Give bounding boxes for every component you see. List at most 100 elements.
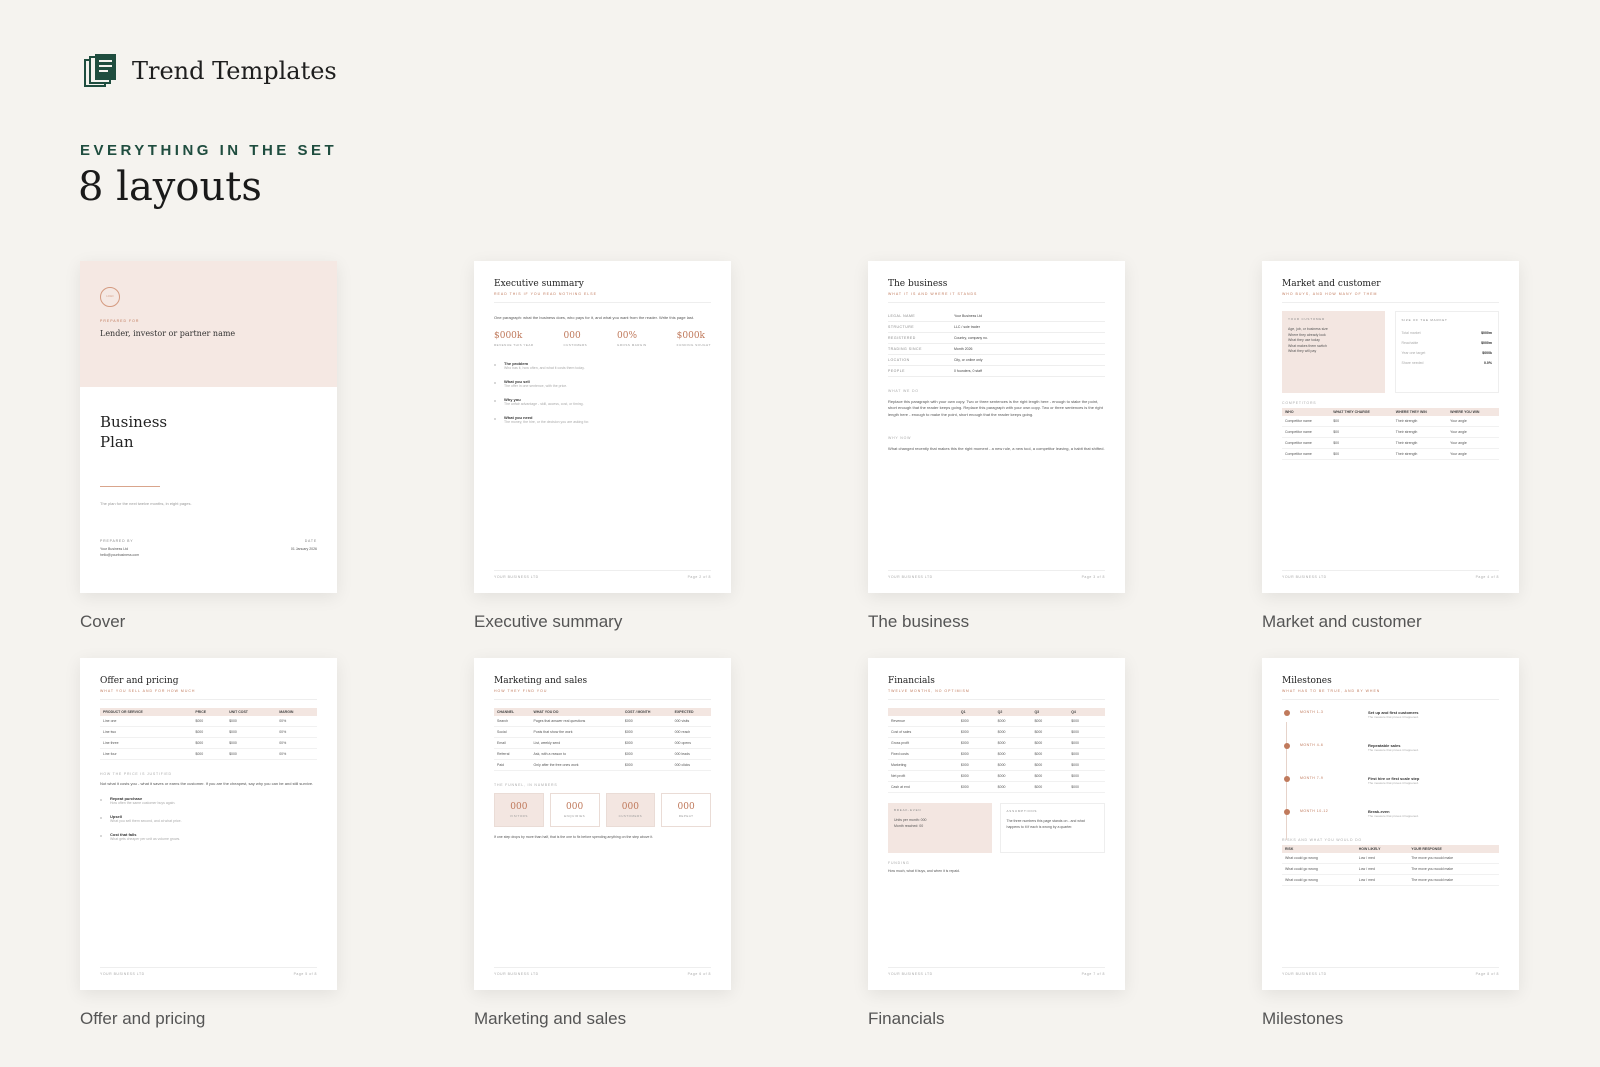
page-title: Financials bbox=[888, 676, 935, 686]
table-row: Referral Ask, with a reason to $000 000 lea… bbox=[494, 748, 711, 760]
page-footer: YOUR BUSINESS LTD Page 6 of 8 bbox=[494, 967, 711, 976]
table-row: What could go wrong Low / med The move you… bbox=[1282, 874, 1499, 886]
milestone: MONTH 4-6 Repeatable sales The measure tha… bbox=[1282, 743, 1499, 752]
section-label: THE FUNNEL, IN NUMBERS bbox=[494, 783, 558, 787]
page-subtitle: TWELVE MONTHS, NO OPTIMISM bbox=[888, 689, 970, 693]
section-title: 8 layouts bbox=[78, 164, 262, 210]
financials-table: Q1 Q2 Q3 Q4 Revenue $000 $000 $000 $000 Cost of… bbox=[888, 708, 1105, 793]
cover-header-band bbox=[80, 261, 337, 387]
fact-row: TRADING SINCE Month 2026 bbox=[888, 344, 1105, 355]
prepared-by-label: PREPARED BY bbox=[100, 539, 134, 543]
caption-marketing-and-sales: Marketing and sales bbox=[474, 1009, 627, 1028]
list-item: Upsell What you sell them second, and at … bbox=[100, 814, 317, 823]
what-we-do-text: Replace this paragraph with your own cop… bbox=[888, 399, 1103, 417]
table-row: Competitor name $00 Their strength Your ang… bbox=[1282, 416, 1499, 427]
cover-title: Business Plan bbox=[100, 413, 168, 451]
section-label: WHY NOW bbox=[888, 436, 912, 441]
list-item: What you sell The offer in one sentence, … bbox=[494, 379, 711, 388]
layout-card-market-and-customer[interactable]: Market and customer WHO BUYS, AND HOW MA… bbox=[1262, 261, 1519, 593]
table-row: Fixed costs $000 $000 $000 $000 bbox=[888, 748, 1105, 760]
funnel-step: 000 CUSTOMERS bbox=[605, 793, 656, 827]
list-item: The problem Who has it, how often, and wh… bbox=[494, 361, 711, 370]
fact-row: LOCATION City, or online only bbox=[888, 355, 1105, 366]
list-item: Why you The unfair advantage - skill, acc… bbox=[494, 397, 711, 406]
table-row: Line four $000 $000 00% bbox=[100, 748, 317, 760]
table-row: Line one $000 $000 00% bbox=[100, 716, 317, 727]
funnel-step: 000 VISITORS bbox=[494, 793, 544, 827]
table-row: Competitor name $00 Their strength Your ang… bbox=[1282, 437, 1499, 449]
section-label: HOW THE PRICE IS JUSTIFIED bbox=[100, 772, 172, 776]
layout-card-milestones[interactable]: Milestones WHAT HAS TO BE TRUE, AND BY W… bbox=[1262, 658, 1519, 990]
page-title: The business bbox=[888, 279, 948, 289]
list-item: Repeat purchase How often the same custom… bbox=[100, 796, 317, 805]
risks-table: RISK HOW LIKELY YOUR RESPONSE What could g… bbox=[1282, 845, 1499, 886]
recipient-name: Lender, investor or partner name bbox=[100, 329, 236, 338]
funnel-step: 000 REPEAT bbox=[661, 793, 711, 827]
section-label: COMPETITORS bbox=[1282, 401, 1317, 405]
caption-executive-summary: Executive summary bbox=[474, 612, 623, 631]
page-footer: YOUR BUSINESS LTD Page 4 of 8 bbox=[1282, 570, 1499, 579]
table-row: What could go wrong Low / med The move you… bbox=[1282, 853, 1499, 864]
table-row: Cash at end $000 $000 $000 $000 bbox=[888, 781, 1105, 793]
section-label: RISKS AND WHAT YOU WOULD DO bbox=[1282, 838, 1362, 842]
layout-card-executive-summary[interactable]: Executive summary READ THIS IF YOU READ … bbox=[474, 261, 731, 593]
page-footer: YOUR BUSINESS LTD Page 2 of 8 bbox=[494, 570, 711, 579]
milestone: MONTH 1-3 Set up and first customers The m… bbox=[1282, 710, 1499, 719]
table-row: Search Pages that answer real questions $0… bbox=[494, 716, 711, 727]
page-subtitle: WHAT IT IS AND WHERE IT STANDS bbox=[888, 292, 978, 296]
fact-row: REGISTERED Country, company no. bbox=[888, 333, 1105, 344]
layout-card-the-business[interactable]: The business WHAT IT IS AND WHERE IT STA… bbox=[868, 261, 1125, 593]
page-subtitle: WHO BUYS, AND HOW MANY OF THEM bbox=[1282, 292, 1378, 296]
layout-card-financials[interactable]: Financials TWELVE MONTHS, NO OPTIMISM Q1… bbox=[868, 658, 1125, 990]
prepared-for-label: PREPARED FOR bbox=[100, 319, 140, 323]
caption-market-and-customer: Market and customer bbox=[1262, 612, 1422, 631]
table-row: Line three $000 $000 00% bbox=[100, 737, 317, 749]
table-row: What could go wrong Low / med The move you… bbox=[1282, 863, 1499, 875]
prepared-by-name: Your Business Ltd bbox=[100, 547, 129, 551]
layout-card-marketing-and-sales[interactable]: Marketing and sales HOW THEY FIND YOU CH… bbox=[474, 658, 731, 990]
page-subtitle: WHAT YOU SELL AND FOR HOW MUCH bbox=[100, 689, 196, 693]
layout-card-offer-and-pricing[interactable]: Offer and pricing WHAT YOU SELL AND FOR … bbox=[80, 658, 337, 990]
funding-text: How much, what it buys, and when it is r… bbox=[888, 869, 960, 873]
list-item: What you need The money, the hire, or the… bbox=[494, 415, 711, 424]
assumptions-panel: ASSUMPTIONS The three numbers this page … bbox=[999, 803, 1105, 853]
page-footer: YOUR BUSINESS LTD Page 7 of 8 bbox=[888, 967, 1105, 976]
list-item: Cost that falls What gets cheaper per uni… bbox=[100, 832, 317, 841]
table-row: Marketing $000 $000 $000 $000 bbox=[888, 759, 1105, 771]
funnel-step: 000 ENQUIRIES bbox=[549, 793, 600, 827]
caption-financials: Financials bbox=[868, 1009, 945, 1028]
break-even-panel: BREAK-EVEN Units per month: 000 Month re… bbox=[888, 803, 992, 853]
table-row: Social Posts that show the work $000 000 re… bbox=[494, 726, 711, 738]
justify-text: Not what it costs you - what it saves or… bbox=[100, 781, 314, 786]
table-row: Cost of sales $000 $000 $000 $000 bbox=[888, 726, 1105, 738]
brand-name: Trend Templates bbox=[132, 57, 337, 85]
page-title: Executive summary bbox=[494, 279, 584, 289]
why-now-text: What changed recently that makes this th… bbox=[888, 446, 1105, 452]
funnel: 000 VISITORS 000 ENQUIRIES 000 CUSTOMERS 00… bbox=[494, 793, 711, 827]
table-row: Revenue $000 $000 $000 $000 bbox=[888, 716, 1105, 727]
caption-offer-and-pricing: Offer and pricing bbox=[80, 1009, 206, 1028]
intro-text: One paragraph: what the business does, w… bbox=[494, 315, 695, 320]
cover-divider bbox=[100, 486, 160, 487]
section-eyebrow: EVERYTHING IN THE SET bbox=[80, 142, 338, 159]
milestone: MONTH 10-12 Break-even The measure that pr… bbox=[1282, 809, 1499, 818]
pricing-table: PRODUCT OR SERVICE PRICE UNIT COST MARGIN L… bbox=[100, 708, 317, 760]
section-label: FUNDING bbox=[888, 861, 910, 865]
table-row: Paid Only after the free ones work $000 000… bbox=[494, 759, 711, 771]
competitors-table: WHO WHAT THEY CHARGE WHERE THEY WIN WHERE Y… bbox=[1282, 408, 1499, 460]
section-label: WHAT WE DO bbox=[888, 389, 919, 393]
channels-table: CHANNEL WHAT YOU DO COST / MONTH EXPECTED S… bbox=[494, 708, 711, 771]
funnel-note: If one step drops by more than half, tha… bbox=[494, 835, 654, 839]
date-value: 01 January 2026 bbox=[290, 547, 317, 551]
caption-milestones: Milestones bbox=[1262, 1009, 1344, 1028]
stat: 00% GROSS MARGIN bbox=[617, 331, 647, 348]
page-subtitle: HOW THEY FIND YOU bbox=[494, 689, 548, 693]
table-row: Line two $000 $000 00% bbox=[100, 726, 317, 738]
market-size-panel: SIZE OF THE MARKET Total market $000m Rea… bbox=[1394, 311, 1499, 393]
stat: $000k FUNDING SOUGHT bbox=[676, 331, 711, 348]
brand[interactable]: Trend Templates bbox=[84, 54, 337, 88]
layout-card-cover[interactable]: LOGO PREPARED FOR Lender, investor or pa… bbox=[80, 261, 337, 593]
page-footer: YOUR BUSINESS LTD Page 8 of 8 bbox=[1282, 967, 1499, 976]
page-title: Milestones bbox=[1282, 676, 1332, 686]
table-row: Net profit $000 $000 $000 $000 bbox=[888, 770, 1105, 782]
